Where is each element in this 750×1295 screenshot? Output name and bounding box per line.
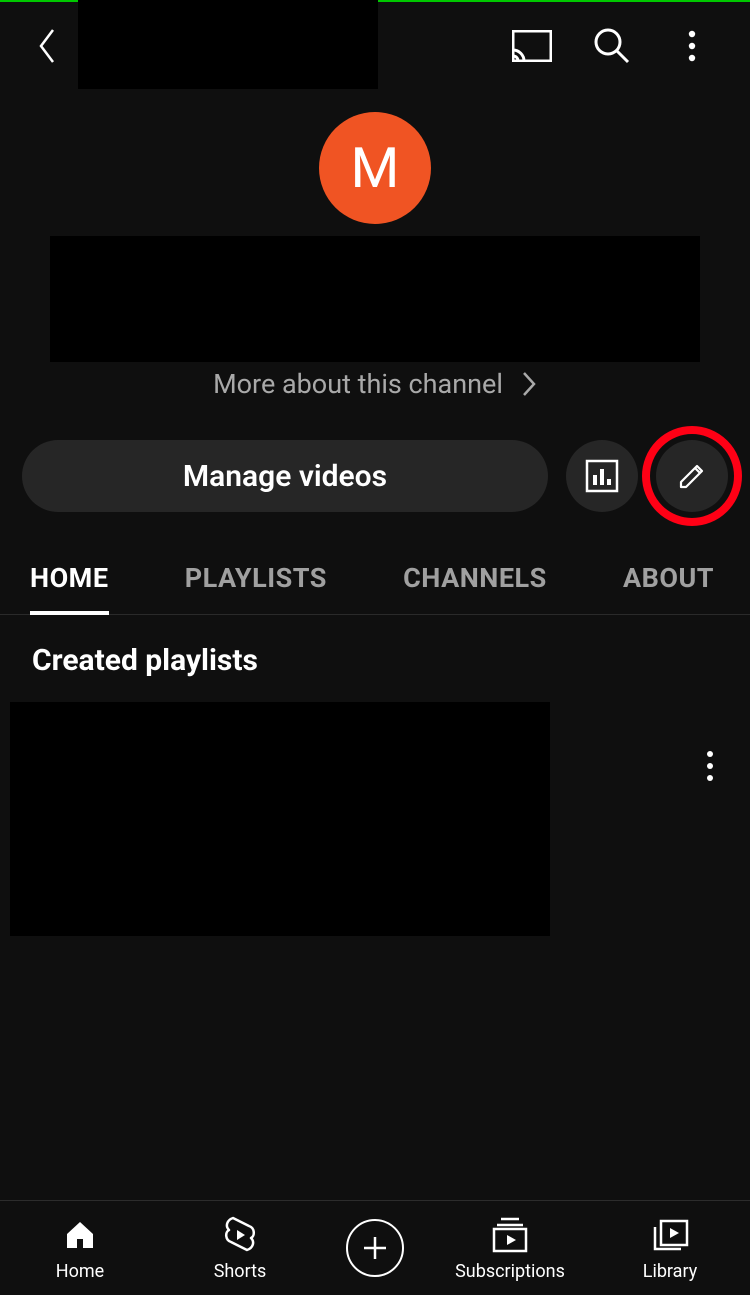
chevron-right-icon: [521, 370, 537, 398]
tab-home-label: HOME: [30, 562, 109, 594]
nav-subscriptions-label: Subscriptions: [455, 1261, 565, 1282]
analytics-icon: [585, 459, 619, 493]
playlist-thumbnail: [10, 702, 550, 936]
nav-create[interactable]: [335, 1219, 415, 1277]
manage-videos-button[interactable]: Manage videos: [22, 440, 548, 512]
edit-channel-button[interactable]: [656, 440, 728, 512]
created-playlists-section: Created playlists: [0, 615, 750, 936]
nav-subscriptions[interactable]: Subscriptions: [445, 1215, 575, 1282]
chevron-left-icon: [35, 26, 57, 66]
library-icon: [650, 1215, 690, 1255]
channel-tabs: HOME PLAYLISTS CHANNELS ABOUT: [0, 546, 750, 615]
avatar-initial: M: [351, 135, 400, 201]
section-title: Created playlists: [32, 643, 750, 678]
nav-home-label: Home: [56, 1261, 104, 1282]
nav-library-label: Library: [643, 1261, 698, 1282]
tab-about[interactable]: ABOUT: [593, 546, 744, 614]
cast-icon: [512, 30, 552, 62]
back-button[interactable]: [28, 28, 64, 64]
channel-title-placeholder: [78, 0, 378, 89]
top-bar: [0, 2, 750, 90]
subscriptions-icon: [490, 1215, 530, 1255]
tab-channels-label: CHANNELS: [403, 562, 547, 594]
tab-channels[interactable]: CHANNELS: [373, 546, 577, 614]
search-button[interactable]: [582, 16, 642, 76]
channel-avatar[interactable]: M: [319, 112, 431, 224]
channel-avatar-container: M: [0, 112, 750, 224]
more-vertical-icon: [706, 750, 714, 782]
nav-home[interactable]: Home: [15, 1215, 145, 1282]
playlist-item-menu-button[interactable]: [690, 746, 730, 786]
playlist-item[interactable]: [32, 702, 750, 936]
create-button: [346, 1219, 404, 1277]
bottom-navigation: Home Shorts Subscriptions: [0, 1200, 750, 1295]
shorts-icon: [220, 1215, 260, 1255]
more-about-label: More about this channel: [213, 368, 503, 400]
tab-about-label: ABOUT: [623, 562, 714, 594]
channel-actions: Manage videos: [0, 440, 750, 512]
tab-home[interactable]: HOME: [0, 546, 139, 614]
nav-library[interactable]: Library: [605, 1215, 735, 1282]
overflow-menu-button[interactable]: [662, 16, 722, 76]
nav-shorts[interactable]: Shorts: [175, 1215, 305, 1282]
analytics-button[interactable]: [566, 440, 638, 512]
channel-info-placeholder: [50, 236, 700, 362]
plus-icon: [360, 1233, 390, 1263]
tab-playlists-label: PLAYLISTS: [185, 562, 327, 594]
manage-videos-label: Manage videos: [183, 459, 387, 494]
more-vertical-icon: [688, 30, 696, 62]
nav-shorts-label: Shorts: [214, 1261, 267, 1282]
home-icon: [60, 1215, 100, 1255]
tab-playlists[interactable]: PLAYLISTS: [155, 546, 357, 614]
more-about-link[interactable]: More about this channel: [0, 368, 750, 400]
search-icon: [593, 27, 631, 65]
pencil-icon: [675, 459, 709, 493]
cast-button[interactable]: [502, 16, 562, 76]
